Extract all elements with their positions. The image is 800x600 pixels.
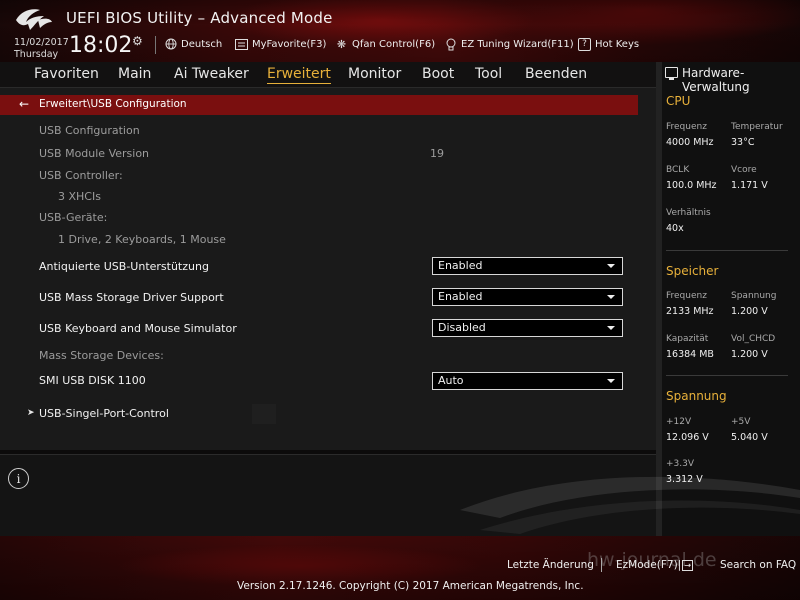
vcore-label: Vcore bbox=[731, 165, 757, 175]
focus-placeholder bbox=[252, 404, 276, 424]
help-icon: ? bbox=[578, 37, 591, 51]
tab-favoriten[interactable]: Favoriten bbox=[34, 66, 99, 82]
ez-tuning-wizard-label: EZ Tuning Wizard(F11) bbox=[461, 38, 574, 50]
tab-monitor[interactable]: Monitor bbox=[348, 66, 401, 82]
v5-value: 5.040 V bbox=[731, 432, 768, 443]
language-button[interactable]: Deutsch bbox=[164, 37, 222, 51]
chevron-down-icon bbox=[607, 295, 615, 299]
gear-icon[interactable]: ⚙ bbox=[132, 34, 143, 48]
tab-beenden[interactable]: Beenden bbox=[525, 66, 587, 82]
mass-storage-devices-label: Mass Storage Devices: bbox=[39, 349, 164, 362]
fan-icon: ❋ bbox=[336, 37, 347, 51]
back-arrow-icon[interactable]: ← bbox=[19, 97, 29, 111]
usb-single-port-control-link[interactable]: USB-Singel-Port-Control bbox=[39, 407, 169, 420]
language-label: Deutsch bbox=[181, 38, 223, 50]
memory-section-title: Speicher bbox=[666, 264, 719, 278]
myfavorite-label: MyFavorite(F3) bbox=[252, 38, 327, 50]
chevron-down-icon bbox=[607, 326, 615, 330]
v33-label: +3.3V bbox=[666, 459, 695, 469]
search-faq-button[interactable]: Search on FAQ bbox=[720, 559, 796, 571]
cpu-frequency-label: Frequenz bbox=[666, 122, 707, 132]
bulb-icon bbox=[444, 38, 457, 51]
info-icon: i bbox=[8, 468, 29, 489]
hot-keys-label: Hot Keys bbox=[595, 38, 640, 50]
weekday-display: Thursday bbox=[14, 49, 59, 60]
usb-devices-value: 1 Drive, 2 Keyboards, 1 Mouse bbox=[58, 233, 226, 246]
app-title: UEFI BIOS Utility – Advanced Mode bbox=[66, 9, 333, 27]
cpu-temperature-value: 33°C bbox=[731, 137, 755, 148]
hardware-monitor-title: Hardware-Verwaltung bbox=[682, 66, 750, 94]
chevron-down-icon bbox=[607, 379, 615, 383]
tab-ai-tweaker[interactable]: Ai Tweaker bbox=[174, 66, 249, 82]
usb-mass-storage-driver-value: Enabled bbox=[438, 290, 483, 303]
legacy-usb-support-value: Enabled bbox=[438, 259, 483, 272]
bclk-value: 100.0 MHz bbox=[666, 180, 717, 191]
usb-configuration-heading: USB Configuration bbox=[39, 124, 140, 137]
usb-devices-label: USB-Geräte: bbox=[39, 211, 108, 224]
globe-icon bbox=[164, 38, 177, 51]
usb-keyboard-mouse-simulator-select[interactable]: Disabled bbox=[432, 319, 623, 337]
cpu-section-title: CPU bbox=[666, 94, 691, 108]
last-change-button[interactable]: Letzte Änderung bbox=[507, 559, 594, 571]
usb-module-version-label: USB Module Version bbox=[39, 147, 150, 160]
submenu-arrow-icon: ➤ bbox=[27, 408, 35, 418]
favorite-icon bbox=[235, 38, 248, 51]
memory-frequency-label: Frequenz bbox=[666, 291, 707, 301]
breadcrumb[interactable]: Erweitert\USB Configuration bbox=[39, 98, 187, 110]
memory-voltage-label: Spannung bbox=[731, 291, 777, 301]
cpu-frequency-value: 4000 MHz bbox=[666, 137, 714, 148]
usb-controller-label: USB Controller: bbox=[39, 169, 123, 182]
help-panel bbox=[0, 454, 656, 536]
usb-keyboard-mouse-simulator-label: USB Keyboard and Mouse Simulator bbox=[39, 322, 237, 335]
ezmode-button[interactable]: EzMode(F7)| → bbox=[616, 559, 693, 571]
vcore-value: 1.171 V bbox=[731, 180, 768, 191]
qfan-control-button[interactable]: ❋ Qfan Control(F6) bbox=[335, 37, 435, 51]
hot-keys-button[interactable]: ? Hot Keys bbox=[578, 37, 639, 51]
legacy-usb-support-select[interactable]: Enabled bbox=[432, 257, 623, 275]
time-display: 18:02 bbox=[69, 33, 133, 58]
legacy-usb-support-label: Antiquierte USB-Unterstützung bbox=[39, 260, 209, 273]
section-divider bbox=[666, 250, 788, 251]
qfan-control-label: Qfan Control(F6) bbox=[352, 38, 436, 50]
header-separator bbox=[155, 36, 156, 54]
usb-mass-storage-driver-label: USB Mass Storage Driver Support bbox=[39, 291, 224, 304]
v5-label: +5V bbox=[731, 417, 751, 427]
ezmode-label: EzMode(F7)| bbox=[616, 559, 682, 571]
ez-tuning-wizard-button[interactable]: EZ Tuning Wizard(F11) bbox=[444, 37, 574, 51]
v33-value: 3.312 V bbox=[666, 474, 703, 485]
usb-controller-value: 3 XHCIs bbox=[58, 190, 101, 203]
ratio-value: 40x bbox=[666, 223, 684, 234]
memory-capacity-value: 16384 MB bbox=[666, 349, 714, 360]
smi-usb-disk-select[interactable]: Auto bbox=[432, 372, 623, 390]
copyright-text: Version 2.17.1246. Copyright (C) 2017 Am… bbox=[237, 580, 584, 592]
memory-frequency-value: 2133 MHz bbox=[666, 306, 714, 317]
bclk-label: BCLK bbox=[666, 165, 690, 175]
vol-chcd-value: 1.200 V bbox=[731, 349, 768, 360]
monitor-icon bbox=[665, 67, 678, 80]
cpu-temperature-label: Temperatur bbox=[731, 122, 783, 132]
usb-module-version-value: 19 bbox=[430, 147, 444, 160]
usb-keyboard-mouse-simulator-value: Disabled bbox=[438, 321, 486, 334]
date-display: 11/02/2017 bbox=[14, 37, 69, 48]
exit-arrow-icon: → bbox=[682, 560, 693, 571]
v12-value: 12.096 V bbox=[666, 432, 709, 443]
myfavorite-button[interactable]: MyFavorite(F3) bbox=[235, 37, 326, 51]
smi-usb-disk-label: SMI USB DISK 1100 bbox=[39, 374, 146, 387]
section-divider bbox=[666, 375, 788, 376]
smi-usb-disk-value: Auto bbox=[438, 374, 464, 387]
rog-logo bbox=[16, 9, 52, 30]
tab-tool[interactable]: Tool bbox=[475, 66, 502, 82]
memory-capacity-label: Kapazität bbox=[666, 334, 709, 344]
vol-chcd-label: Vol_CHCD bbox=[731, 334, 776, 344]
memory-voltage-value: 1.200 V bbox=[731, 306, 768, 317]
footer-separator bbox=[601, 558, 602, 572]
tab-main[interactable]: Main bbox=[118, 66, 151, 82]
tab-erweitert[interactable]: Erweitert bbox=[267, 66, 331, 84]
voltage-section-title: Spannung bbox=[666, 389, 727, 403]
ratio-label: Verhältnis bbox=[666, 208, 711, 218]
usb-mass-storage-driver-select[interactable]: Enabled bbox=[432, 288, 623, 306]
chevron-down-icon bbox=[607, 264, 615, 268]
tab-boot[interactable]: Boot bbox=[422, 66, 454, 82]
v12-label: +12V bbox=[666, 417, 692, 427]
